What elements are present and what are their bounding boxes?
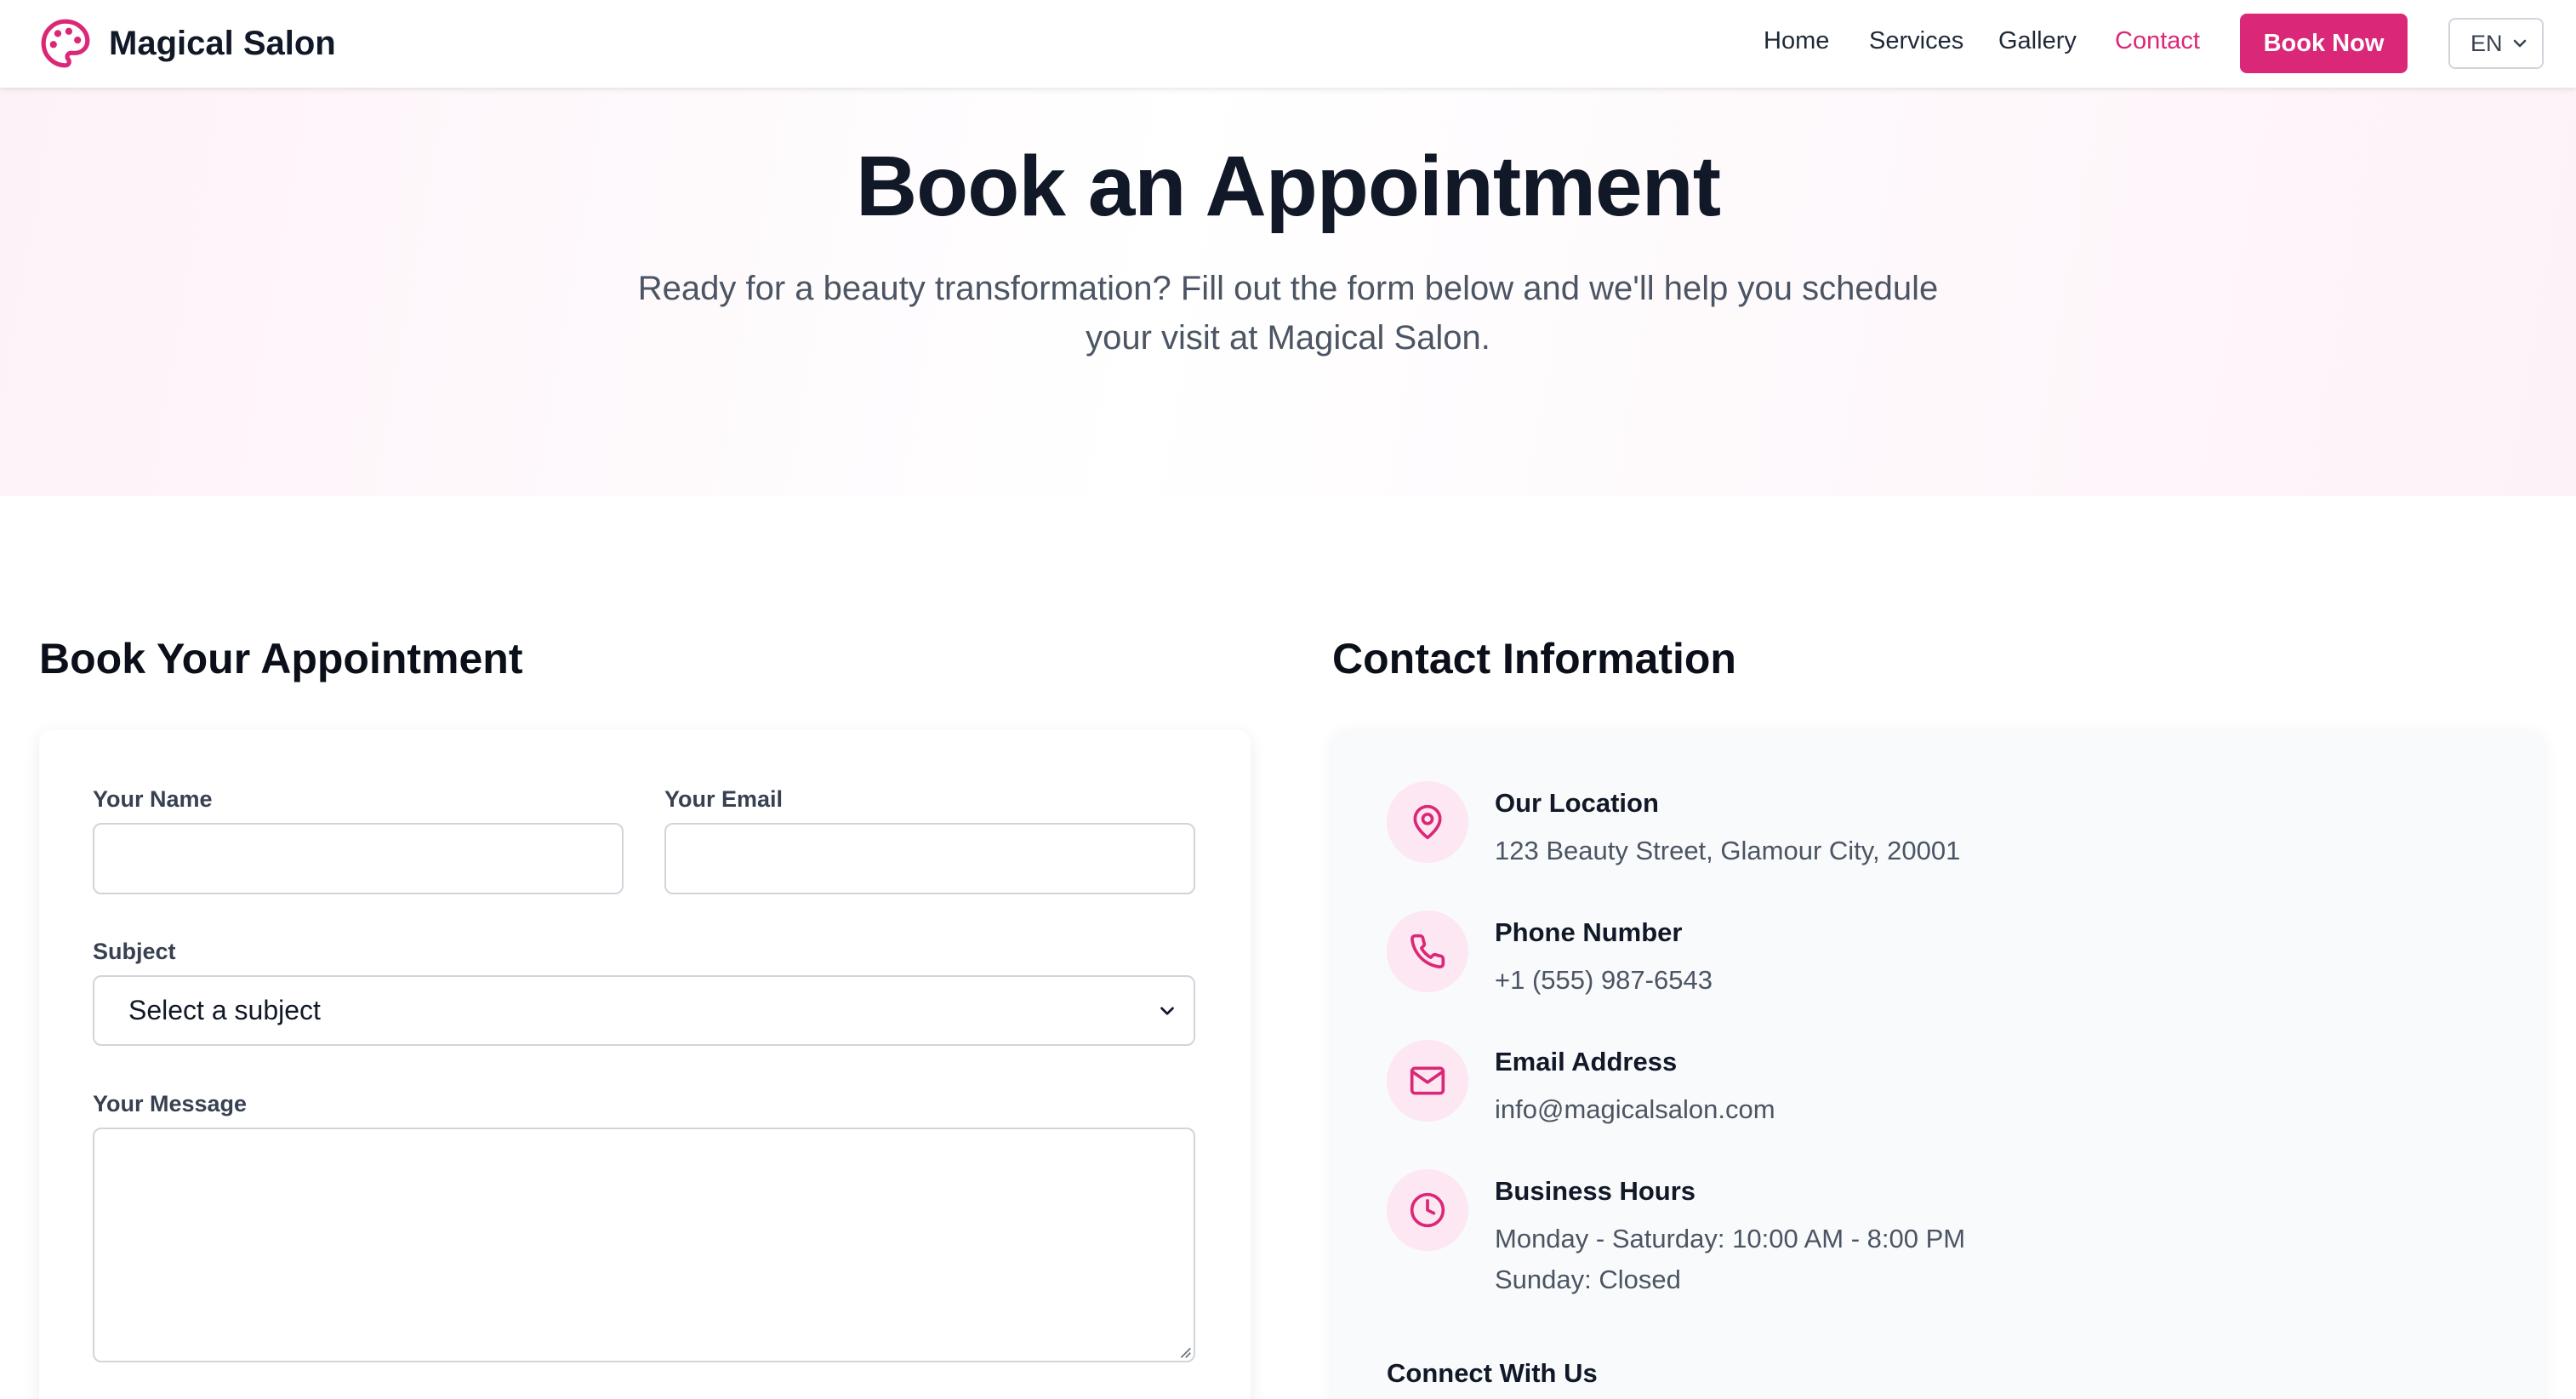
email-input[interactable]	[664, 823, 1195, 894]
nav-link-gallery[interactable]: Gallery	[1998, 27, 2077, 55]
phone-title: Phone Number	[1495, 917, 1683, 947]
phone-icon-badge	[1387, 911, 1468, 992]
chevron-down-icon	[2513, 39, 2527, 48]
hours-weekday-text: Monday - Saturday: 10:00 AM - 8:00 PM	[1495, 1224, 1966, 1253]
location-text: 123 Beauty Street, Glamour City, 20001	[1495, 836, 1961, 865]
language-select[interactable]: EN	[2448, 18, 2544, 69]
clock-icon	[1410, 1192, 1445, 1228]
hero-subtitle: Ready for a beauty transformation? Fill …	[607, 264, 1969, 363]
resize-handle-icon[interactable]	[1177, 1344, 1192, 1359]
message-label: Your Message	[93, 1091, 248, 1116]
hours-sunday-text: Sunday: Closed	[1495, 1265, 1681, 1294]
email-label: Your Email	[664, 786, 784, 812]
phone-icon	[1411, 934, 1445, 969]
location-title: Our Location	[1495, 788, 1659, 818]
chevron-down-icon	[1160, 1007, 1174, 1015]
nav-link-contact[interactable]: Contact	[2115, 27, 2200, 55]
brand-logo[interactable]: Magical Salon	[39, 17, 336, 70]
phone-text: +1 (555) 987-6543	[1495, 965, 1713, 995]
email-icon-badge	[1387, 1040, 1468, 1122]
hours-icon-badge	[1387, 1169, 1468, 1251]
language-value: EN	[2471, 30, 2503, 56]
nav-link-home[interactable]: Home	[1764, 27, 1829, 55]
name-label: Your Name	[93, 786, 213, 812]
location-icon-badge	[1387, 781, 1468, 863]
email-text: info@magicalsalon.com	[1495, 1094, 1775, 1124]
name-input[interactable]	[93, 823, 624, 894]
connect-heading: Connect With Us	[1387, 1358, 1598, 1388]
book-now-button[interactable]: Book Now	[2240, 14, 2408, 73]
page-title: Book an Appointment	[855, 139, 1721, 234]
mail-icon	[1410, 1066, 1445, 1095]
message-textarea[interactable]	[93, 1128, 1195, 1362]
hours-title: Business Hours	[1495, 1176, 1696, 1206]
map-pin-icon	[1413, 804, 1442, 840]
hero-subtitle-line-2: your visit at Magical Salon.	[1086, 319, 1490, 357]
top-navbar: Magical Salon Home Services Gallery Cont…	[0, 0, 2576, 88]
hero-subtitle-line-1: Ready for a beauty transformation? Fill …	[637, 270, 1939, 307]
form-heading: Book Your Appointment	[39, 635, 523, 682]
subject-label: Subject	[93, 939, 176, 964]
subject-select[interactable]: Select a subject	[93, 975, 1195, 1046]
subject-selected-value: Select a subject	[128, 995, 321, 1025]
nav-link-services[interactable]: Services	[1869, 27, 1963, 55]
brand-name: Magical Salon	[109, 24, 336, 62]
contact-heading: Contact Information	[1332, 635, 1736, 682]
email-title: Email Address	[1495, 1047, 1678, 1076]
palette-icon	[41, 19, 90, 68]
